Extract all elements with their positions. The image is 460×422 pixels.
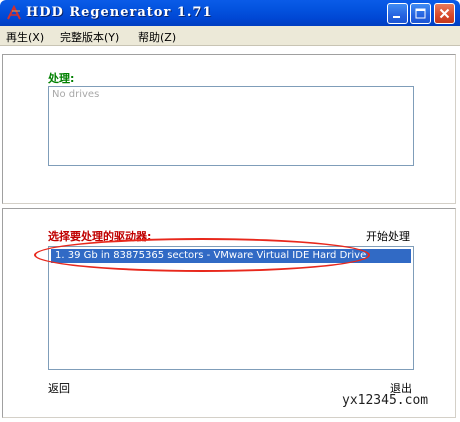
back-link[interactable]: 返回 xyxy=(48,380,70,396)
maximize-icon xyxy=(415,8,426,19)
window-title: HDD Regenerator 1.71 xyxy=(26,5,213,20)
title-bar[interactable]: HDD Regenerator 1.71 xyxy=(0,0,460,26)
close-button[interactable] xyxy=(434,3,455,24)
client-area: 处理: No drives 选择要处理的驱动器: 开始处理 1. 39 Gb i… xyxy=(0,46,460,422)
no-drives-text: No drives xyxy=(52,89,100,100)
drive-list-item[interactable]: 1. 39 Gb in 83875365 sectors - VMware Vi… xyxy=(51,249,411,263)
watermark-text: yx12345.com xyxy=(342,393,429,408)
processing-list[interactable]: No drives xyxy=(48,86,414,166)
minimize-icon xyxy=(393,16,400,18)
minimize-button[interactable] xyxy=(387,3,408,24)
drive-selection-label: 选择要处理的驱动器: xyxy=(48,230,152,243)
app-logo-icon xyxy=(7,5,21,20)
maximize-button[interactable] xyxy=(410,3,431,24)
processing-label: 处理: xyxy=(48,72,75,85)
menu-bar: 再生(X) 完整版本(Y) 帮助(Z) xyxy=(0,26,460,46)
start-processing-link[interactable]: 开始处理 xyxy=(366,228,410,244)
close-icon xyxy=(439,8,450,19)
menu-regenerate[interactable]: 再生(X) xyxy=(6,29,44,45)
menu-help[interactable]: 帮助(Z) xyxy=(138,29,176,45)
drive-list-item-label: 1. 39 Gb in 83875365 sectors - VMware Vi… xyxy=(55,250,367,261)
menu-full-version[interactable]: 完整版本(Y) xyxy=(60,29,119,45)
drive-list[interactable]: 1. 39 Gb in 83875365 sectors - VMware Vi… xyxy=(48,246,414,370)
